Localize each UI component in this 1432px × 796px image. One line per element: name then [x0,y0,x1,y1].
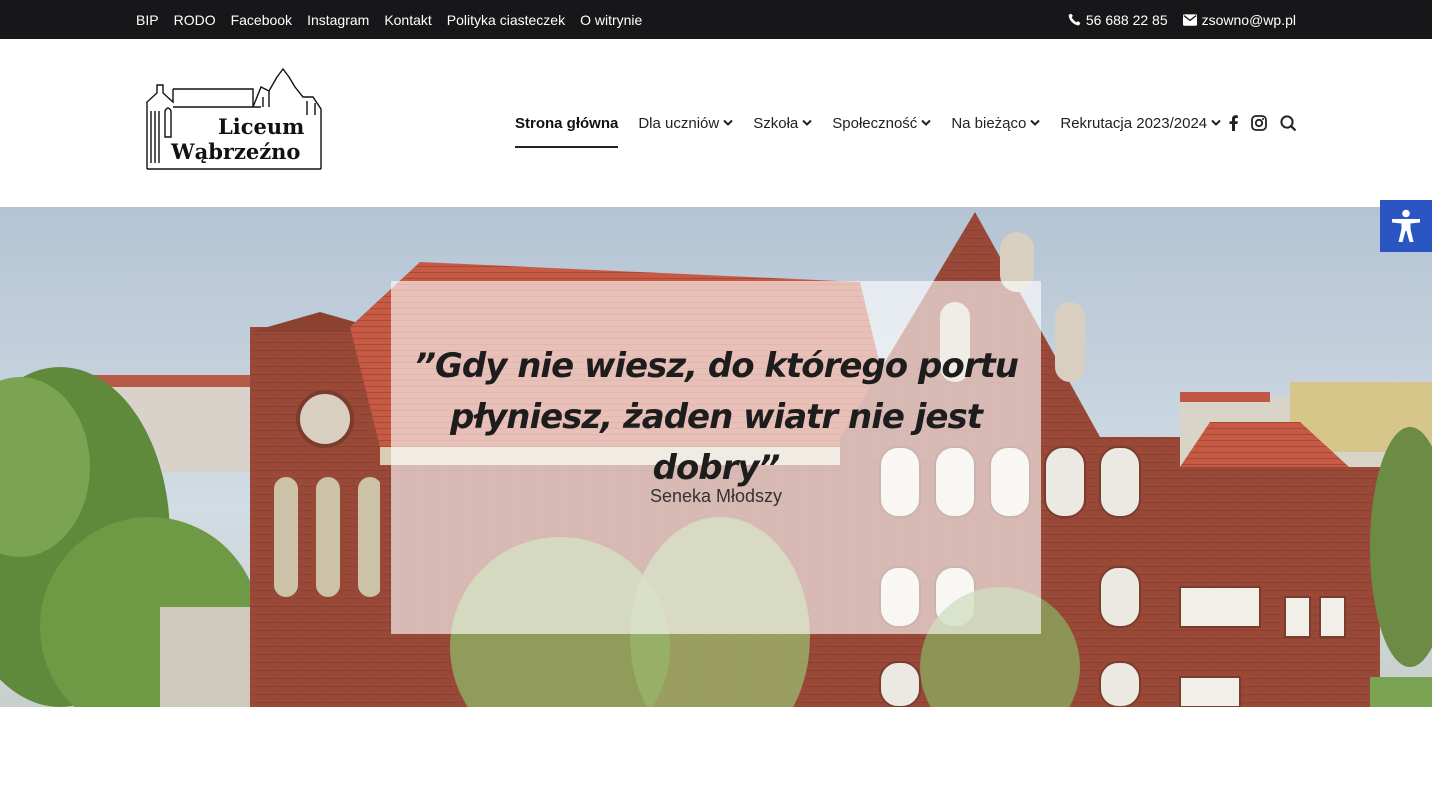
chevron-down-icon [1211,119,1221,126]
contact-link[interactable]: Kontakt [384,12,431,28]
instagram-link[interactable]: Instagram [307,12,369,28]
main-nav: Strona główna Dla uczniów Szkoła Społecz… [515,39,1297,207]
email-contact[interactable]: zsowno@wp.pl [1182,11,1296,28]
search-icon[interactable] [1280,114,1297,132]
logo-line1: Liceum [218,114,304,139]
site-header: Liceum Wąbrzeźno Strona główna Dla uczni… [0,39,1432,207]
nav-item-label: Rekrutacja 2023/2024 [1060,114,1208,132]
email-address: zsowno@wp.pl [1201,11,1296,28]
facebook-icon[interactable] [1229,115,1239,131]
accessibility-button[interactable] [1380,200,1432,252]
quote-line1: ”Gdy nie wiesz, do którego portu [414,346,1019,386]
cookie-policy-link[interactable]: Polityka ciasteczek [447,12,565,28]
quote-text: ”Gdy nie wiesz, do którego portu płynies… [391,341,1041,494]
nav-icons [1229,114,1297,132]
nav-item-school[interactable]: Szkoła [753,39,812,207]
nav-item-label: Strona główna [515,114,619,132]
top-contact: 56 688 22 85 zsowno@wp.pl [1068,0,1296,39]
quote-line2: płyniesz, żaden wiatr nie jest dobry” [450,397,983,488]
chevron-down-icon [1030,119,1041,126]
nav-item-students[interactable]: Dla uczniów [638,39,733,207]
site-logo[interactable]: Liceum Wąbrzeźno [145,67,323,171]
envelope-icon [1182,13,1197,26]
chevron-down-icon [802,119,812,126]
hero-banner: ”Gdy nie wiesz, do którego portu płynies… [0,207,1432,707]
nav-item-label: Dla uczniów [638,114,720,132]
instagram-icon[interactable] [1251,115,1268,131]
phone-icon [1068,13,1081,26]
phone-contact[interactable]: 56 688 22 85 [1068,12,1168,28]
nav-item-current[interactable]: Na bieżąco [951,39,1041,207]
quote-box: ”Gdy nie wiesz, do którego portu płynies… [391,281,1041,634]
nav-item-community[interactable]: Społeczność [832,39,932,207]
facebook-link[interactable]: Facebook [231,12,292,28]
about-site-link[interactable]: O witrynie [580,12,642,28]
school-building-logo: Liceum Wąbrzeźno [146,67,322,170]
top-links: BIP RODO Facebook Instagram Kontakt Poli… [136,0,642,39]
quote-author: Seneka Młodszy [649,486,783,506]
bip-link[interactable]: BIP [136,12,159,28]
phone-number: 56 688 22 85 [1085,11,1168,28]
rodo-link[interactable]: RODO [174,12,216,28]
chevron-down-icon [723,119,733,126]
nav-item-label: Na bieżąco [951,114,1027,132]
chevron-down-icon [921,119,932,126]
nav-item-label: Szkoła [753,114,799,132]
logo-line2: Wąbrzeźno [170,139,300,164]
nav-item-recruitment[interactable]: Rekrutacja 2023/2024 [1060,39,1221,207]
nav-item-label: Społeczność [832,114,918,132]
top-bar: BIP RODO Facebook Instagram Kontakt Poli… [0,0,1432,39]
nav-item-home[interactable]: Strona główna [515,39,619,207]
accessibility-icon [1392,209,1420,242]
